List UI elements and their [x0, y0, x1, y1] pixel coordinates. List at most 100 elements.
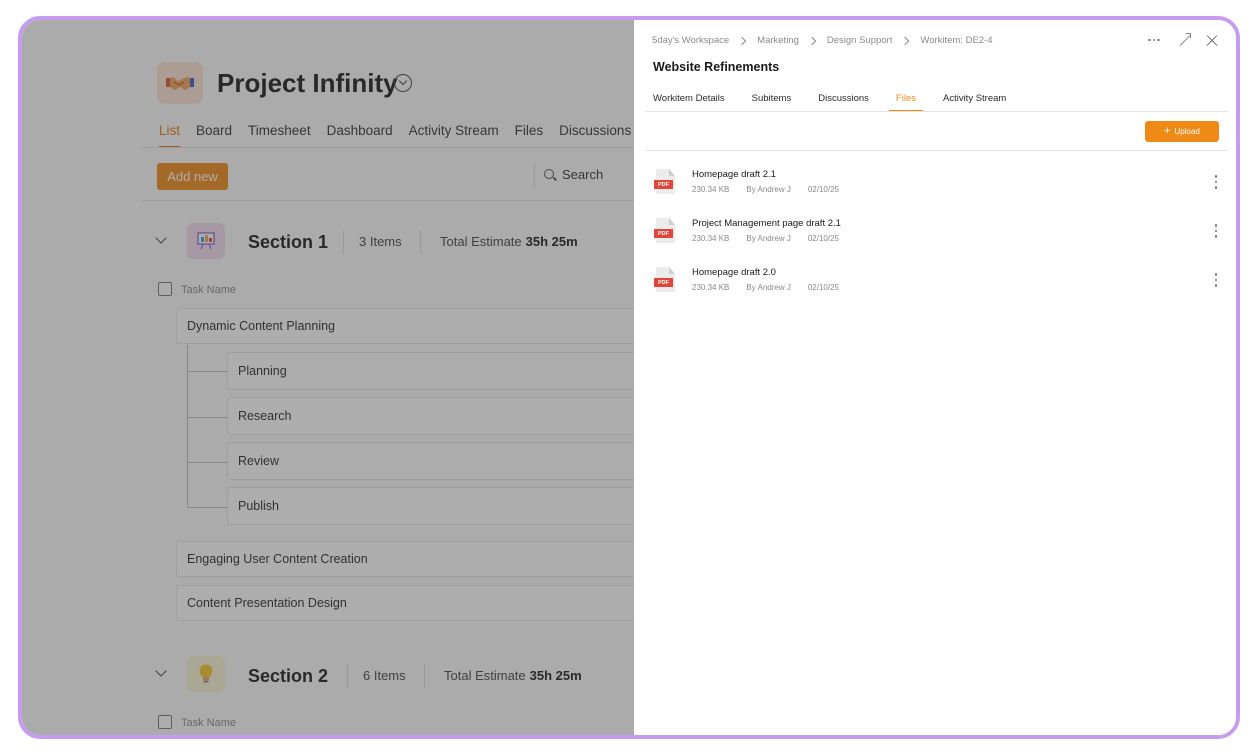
- section-1-estimate: Total Estimate 35h 25m: [440, 234, 578, 249]
- section-2-estimate: Total Estimate 35h 25m: [444, 668, 582, 683]
- file-meta: 230.34 KB By Andrew J 02/10/25: [692, 185, 839, 194]
- file-size: 230.34 KB: [692, 234, 730, 243]
- file-meta: 230.34 KB By Andrew J 02/10/25: [692, 234, 839, 243]
- file-options-icon[interactable]: [1214, 273, 1218, 287]
- select-all-checkbox[interactable]: [158, 715, 172, 729]
- file-item[interactable]: PDF Homepage draft 2.0 230.34 KB By Andr…: [654, 267, 1224, 299]
- presentation-board-icon: [197, 232, 215, 250]
- estimate-label: Total Estimate: [444, 668, 526, 683]
- tab-discussions[interactable]: Discussions: [811, 93, 876, 112]
- file-author: By Andrew J: [746, 185, 791, 194]
- task-name-header: Task Name: [181, 717, 237, 729]
- breadcrumb-marketing[interactable]: Marketing: [757, 35, 799, 46]
- subtask-connector: [187, 417, 227, 418]
- subtask-row[interactable]: Publish: [227, 487, 657, 525]
- section-1-divider: [343, 230, 344, 254]
- search-input[interactable]: Search: [562, 167, 603, 182]
- subtask-connector: [187, 462, 227, 463]
- more-options-icon[interactable]: [1148, 34, 1162, 46]
- section-2-divider-2: [424, 664, 425, 688]
- search-icon[interactable]: [544, 169, 554, 179]
- tab-dashboard[interactable]: Dashboard: [327, 123, 393, 148]
- file-size: 230.34 KB: [692, 185, 730, 194]
- file-item[interactable]: PDF Homepage draft 2.1 230.34 KB By Andr…: [654, 169, 1224, 201]
- app-frame: Project Infinity List Board Timesheet Da…: [18, 16, 1240, 739]
- task-name-header: Task Name: [181, 284, 237, 296]
- breadcrumb-design-support[interactable]: Design Support: [827, 35, 892, 46]
- section-2-divider: [347, 664, 348, 688]
- drawer-tabs: Workitem Details Subitems Discussions Fi…: [653, 93, 1026, 112]
- estimate-value: 35h 25m: [525, 234, 578, 249]
- estimate-label: Total Estimate: [440, 234, 522, 249]
- subtask-row[interactable]: Planning: [227, 352, 657, 390]
- subtask-tree-line: [187, 345, 188, 508]
- file-size: 230.34 KB: [692, 283, 730, 292]
- subtask-connector: [187, 507, 227, 508]
- project-tabs: List Board Timesheet Dashboard Activity …: [159, 123, 631, 148]
- file-name[interactable]: Project Management page draft 2.1: [692, 218, 841, 229]
- tab-subitems[interactable]: Subitems: [745, 93, 799, 112]
- section-1-count: 3 Items: [359, 234, 402, 249]
- tab-discussions[interactable]: Discussions: [559, 123, 631, 148]
- tab-files[interactable]: Files: [515, 123, 544, 148]
- tab-workitem-details[interactable]: Workitem Details: [653, 93, 732, 112]
- section-2-count: 6 Items: [363, 668, 406, 683]
- file-author: By Andrew J: [746, 234, 791, 243]
- task-row[interactable]: Dynamic Content Planning: [176, 308, 656, 344]
- workitem-title: Website Refinements: [653, 60, 780, 74]
- estimate-value: 35h 25m: [529, 668, 582, 683]
- section-1-title: Section 1: [248, 232, 329, 252]
- tab-activity-stream[interactable]: Activity Stream: [936, 93, 1013, 112]
- file-name[interactable]: Homepage draft 2.0: [692, 267, 776, 278]
- tab-activity-stream[interactable]: Activity Stream: [409, 123, 499, 148]
- section-2-title: Section 2: [248, 666, 329, 686]
- file-date: 02/10/25: [807, 185, 839, 194]
- tab-board[interactable]: Board: [196, 123, 232, 148]
- file-author: By Andrew J: [746, 283, 791, 292]
- file-date: 02/10/25: [807, 234, 839, 243]
- project-dropdown-icon[interactable]: [394, 74, 412, 92]
- breadcrumb-workspace[interactable]: 5day's Workspace: [652, 35, 729, 46]
- task-row[interactable]: Content Presentation Design: [176, 585, 656, 621]
- close-icon[interactable]: [1206, 34, 1218, 46]
- breadcrumb: 5day's Workspace Marketing Design Suppor…: [652, 35, 993, 46]
- subtask-row[interactable]: Review: [227, 442, 657, 480]
- section-1-icon: [187, 223, 225, 259]
- section-1-divider-2: [420, 230, 421, 254]
- file-item[interactable]: PDF Project Management page draft 2.1 23…: [654, 218, 1224, 250]
- task-row[interactable]: Engaging User Content Creation: [176, 541, 656, 577]
- section-2-collapse-icon[interactable]: [155, 665, 167, 677]
- toolbar-divider: [534, 163, 535, 187]
- expand-icon[interactable]: [1178, 33, 1191, 46]
- upload-button[interactable]: + Upload: [1145, 121, 1219, 142]
- plus-icon: +: [1164, 125, 1171, 137]
- section-1-collapse-icon[interactable]: [155, 232, 167, 244]
- file-name[interactable]: Homepage draft 2.1: [692, 169, 776, 180]
- upload-label: Upload: [1174, 127, 1200, 136]
- add-new-button[interactable]: Add new: [157, 163, 228, 190]
- project-logo: [157, 62, 203, 104]
- pdf-file-icon: PDF: [654, 218, 675, 243]
- file-options-icon[interactable]: [1214, 224, 1218, 238]
- breadcrumb-workitem: Workitem: DE2-4: [920, 35, 993, 46]
- tab-timesheet[interactable]: Timesheet: [248, 123, 311, 148]
- subtask-row[interactable]: Research: [227, 397, 657, 435]
- section-2-icon: [187, 656, 225, 692]
- file-meta: 230.34 KB By Andrew J 02/10/25: [692, 283, 839, 292]
- drawer-actions: [1148, 33, 1218, 46]
- chevron-right-icon: [901, 36, 910, 45]
- pdf-file-icon: PDF: [654, 169, 675, 194]
- workitem-drawer: 5day's Workspace Marketing Design Suppor…: [634, 20, 1236, 735]
- chevron-right-icon: [807, 36, 817, 45]
- select-all-checkbox[interactable]: [158, 282, 172, 296]
- pdf-file-icon: PDF: [654, 267, 675, 292]
- tab-list[interactable]: List: [159, 123, 181, 148]
- chevron-right-icon: [737, 36, 747, 45]
- tabs-divider: [142, 147, 642, 148]
- subtask-connector: [187, 371, 227, 372]
- handshake-icon: [166, 77, 194, 90]
- tab-files[interactable]: Files: [888, 93, 923, 112]
- project-title: Project Infinity: [217, 68, 398, 98]
- file-options-icon[interactable]: [1214, 175, 1218, 189]
- files-divider: [645, 150, 1228, 151]
